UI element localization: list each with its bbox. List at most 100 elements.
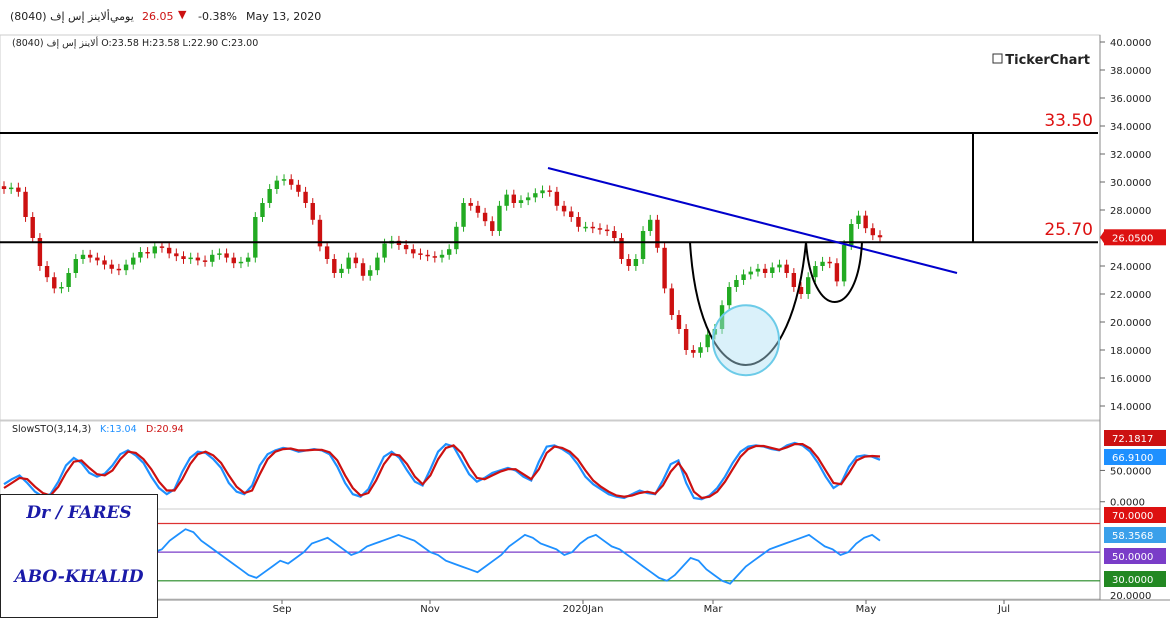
x-tick-label: Nov xyxy=(420,604,440,615)
last-price: 26.05 xyxy=(142,10,174,23)
candle-body xyxy=(23,191,28,217)
candle-body xyxy=(683,329,689,350)
candle-body xyxy=(353,257,359,264)
candle-body xyxy=(95,257,100,261)
candle-body xyxy=(446,249,452,255)
chart-canvas: 40.0000 38.0000 36.0000 34.0000 32.0000 30.00… xyxy=(0,34,1170,615)
candle-body xyxy=(863,215,868,229)
candle-body xyxy=(267,189,272,203)
x-tick-label: Mar xyxy=(704,604,724,615)
candle-body xyxy=(791,273,797,287)
candle-body xyxy=(841,245,847,282)
author-line-2: ABO-KHALID xyxy=(14,567,144,587)
y-tick-label: 22.0000 xyxy=(1110,290,1151,301)
sto-d-label: D:20.94 xyxy=(146,424,184,435)
candle-body xyxy=(834,263,840,282)
candle-body xyxy=(533,193,538,198)
candle-body xyxy=(676,315,682,329)
y-tick-label: 32.0000 xyxy=(1110,150,1151,161)
sto-value-label: 66.9100 xyxy=(1112,453,1153,464)
panel-frames xyxy=(0,34,1170,601)
candle-body xyxy=(339,268,344,273)
candle-body xyxy=(762,268,768,273)
sto-tick-label: 50.0000 xyxy=(1110,466,1151,477)
candle-body xyxy=(231,257,236,264)
ohlc-readout: ألاينز إس إف (8040) O:23.58 H:23.58 L:22… xyxy=(12,36,258,49)
candle-body xyxy=(734,280,739,287)
candle-body xyxy=(777,264,782,268)
candle-body xyxy=(44,266,50,278)
rsi-panel xyxy=(0,508,1101,600)
candle-body xyxy=(8,187,14,190)
y-tick-label: 18.0000 xyxy=(1110,346,1151,357)
candle-body xyxy=(813,266,818,278)
price-y-axis: 40.0000 38.0000 36.0000 34.0000 32.0000 30.00… xyxy=(1100,38,1166,413)
candle-body xyxy=(159,246,165,248)
candle-body xyxy=(324,246,330,259)
candle-body xyxy=(210,254,215,262)
candle-body xyxy=(554,191,560,206)
y-tick-label: 16.0000 xyxy=(1110,374,1151,385)
candle-body xyxy=(590,226,595,229)
down-arrow-icon: ▼ xyxy=(178,8,187,21)
candle-body xyxy=(123,264,129,271)
candle-body xyxy=(640,231,646,259)
candle-body xyxy=(468,203,473,206)
candle-body xyxy=(166,247,172,254)
x-tick-label: Jul xyxy=(997,604,1010,615)
y-tick-label: 36.0000 xyxy=(1110,94,1151,105)
sto-k-label: K:13.04 xyxy=(100,424,137,435)
x-tick-label: Sep xyxy=(273,604,292,615)
period-label[interactable]: يومي xyxy=(110,10,134,23)
candle-body xyxy=(518,200,524,203)
symbol-title[interactable]: ألاينز إس إف (8040) xyxy=(10,10,110,23)
candle-body xyxy=(238,261,244,264)
candle-body xyxy=(698,347,703,353)
candle-body xyxy=(116,268,122,271)
candle-body xyxy=(375,257,380,271)
candle-body xyxy=(138,252,143,258)
candle-body xyxy=(145,252,150,254)
candle-body xyxy=(877,235,883,238)
rsi-value-label: 58.3568 xyxy=(1112,531,1153,542)
candle-body xyxy=(504,194,509,206)
y-tick-label: 40.0000 xyxy=(1110,38,1151,49)
candle-body xyxy=(87,254,93,258)
candle-body xyxy=(260,203,265,217)
candle-body xyxy=(224,253,229,258)
x-tick-label: May xyxy=(856,604,877,615)
candle-body xyxy=(691,350,696,353)
candle-body xyxy=(870,228,876,236)
candle-body xyxy=(569,211,574,217)
last-price-label: 26.0500 xyxy=(1112,233,1153,244)
candle-body xyxy=(253,217,258,258)
candle-body xyxy=(174,253,179,257)
price-change: -0.38% xyxy=(198,10,237,23)
candle-body xyxy=(59,287,64,289)
date-label: May 13, 2020 xyxy=(246,10,322,23)
candle-body xyxy=(432,256,438,258)
y-tick-label: 38.0000 xyxy=(1110,66,1151,77)
candle-body xyxy=(525,197,531,201)
y-tick-label: 20.0000 xyxy=(1110,318,1151,329)
candle-body xyxy=(367,270,373,276)
candle-body xyxy=(439,254,445,258)
candle-body xyxy=(131,257,136,265)
candle-body xyxy=(748,271,753,275)
candle-body xyxy=(346,257,351,269)
candle-body xyxy=(80,254,86,259)
candle-body xyxy=(403,245,409,250)
candle-body xyxy=(511,194,517,203)
candle-body xyxy=(296,184,301,192)
candle-body xyxy=(540,190,545,194)
candle-body xyxy=(784,264,789,273)
x-tick-label: 2020Jan xyxy=(563,604,604,615)
sto-title: SlowSTO(3,14,3) xyxy=(12,424,91,435)
y-tick-label: 30.0000 xyxy=(1110,178,1151,189)
candle-body xyxy=(303,191,308,203)
candle-body xyxy=(561,205,567,212)
candle-body xyxy=(411,249,416,254)
candle-body xyxy=(482,212,488,222)
level-label: 33.50 xyxy=(1044,111,1093,131)
y-tick-label: 34.0000 xyxy=(1110,122,1151,133)
